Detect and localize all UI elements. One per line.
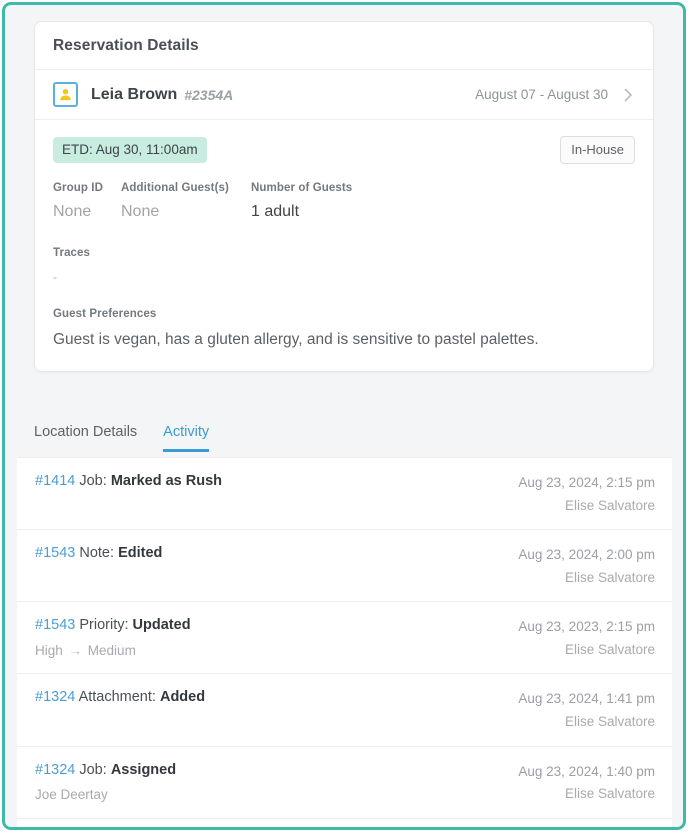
field-value: None bbox=[121, 203, 160, 220]
table-row[interactable]: #1543 Note: Edited Aug 23, 2024, 2:00 pm… bbox=[17, 530, 672, 603]
activity-description: #1324 Job: Assigned Joe Deertay bbox=[35, 761, 518, 804]
reservation-date-range: August 07 - August 30 bbox=[475, 87, 608, 102]
field-number-of-guests: Number of Guests 1 adult bbox=[251, 182, 352, 221]
field-label: Group ID bbox=[53, 182, 103, 194]
table-row[interactable]: #1338 Job: Added Aug 22, 2024, 1:28 pm R… bbox=[17, 819, 672, 827]
traces-section: Traces - bbox=[53, 247, 635, 284]
activity-type: Job: bbox=[79, 473, 107, 489]
field-label: Additional Guest(s) bbox=[121, 182, 229, 194]
activity-description: #1543 Note: Edited bbox=[35, 544, 518, 564]
activity-timestamp: Aug 23, 2023, 2:15 pm bbox=[518, 619, 655, 635]
badges-row: ETD: Aug 30, 11:00am In-House bbox=[53, 136, 635, 164]
tab-location-details[interactable]: Location Details bbox=[34, 424, 137, 452]
activity-meta: Aug 23, 2023, 2:15 pm Elise Salvatore bbox=[518, 616, 655, 659]
traces-value: - bbox=[53, 270, 57, 284]
page-title: Reservation Details bbox=[53, 37, 199, 54]
activity-timestamp: Aug 23, 2024, 1:40 pm bbox=[518, 763, 655, 779]
table-row[interactable]: #1324 Attachment: Added Aug 23, 2024, 1:… bbox=[17, 674, 672, 747]
activity-title: #1543 Priority: Updated bbox=[35, 616, 508, 636]
activity-type: Job: bbox=[79, 761, 107, 778]
tab-bar: Location Details Activity bbox=[34, 424, 235, 452]
arrow-right-icon: → bbox=[68, 642, 83, 658]
activity-change-to: Medium bbox=[87, 642, 136, 658]
activity-user: Elise Salvatore bbox=[564, 786, 655, 802]
reservation-details-card: Reservation Details Leia Brown #2354A Au… bbox=[34, 21, 654, 372]
activity-meta: Aug 23, 2024, 1:40 pm Elise Salvatore bbox=[518, 761, 655, 804]
activity-id-link[interactable]: #1543 bbox=[35, 617, 75, 633]
activity-type: Attachment: bbox=[78, 689, 156, 706]
activity-meta: Aug 23, 2024, 2:15 pm Elise Salvatore bbox=[518, 472, 655, 515]
activity-timestamp: Aug 23, 2024, 1:41 pm bbox=[518, 691, 655, 707]
field-value: 1 adult bbox=[251, 203, 300, 220]
table-row[interactable]: #1543 Priority: Updated High → Medium Au… bbox=[17, 602, 672, 675]
activity-description: #1414 Job: Marked as Rush bbox=[35, 472, 518, 492]
activity-type: Note: bbox=[79, 545, 115, 562]
activity-change-detail: High → Medium bbox=[35, 642, 508, 660]
guest-id: #2354A bbox=[184, 86, 234, 103]
field-group-id: Group ID None bbox=[53, 182, 121, 221]
activity-type: Priority: bbox=[79, 617, 129, 634]
tab-activity[interactable]: Activity bbox=[163, 424, 210, 452]
guest-preferences-value: Guest is vegan, has a gluten allergy, an… bbox=[53, 331, 539, 348]
activity-description: #1543 Priority: Updated High → Medium bbox=[35, 616, 518, 659]
activity-id-link[interactable]: #1324 bbox=[35, 689, 75, 705]
activity-id-link[interactable]: #1324 bbox=[35, 762, 75, 778]
reservation-fields: Group ID None Additional Guest(s) None N… bbox=[53, 182, 635, 221]
activity-description: #1324 Attachment: Added bbox=[35, 688, 518, 708]
activity-timestamp: Aug 23, 2024, 2:00 pm bbox=[518, 547, 655, 563]
activity-action: Marked as Rush bbox=[110, 473, 223, 489]
reservation-card-body: ETD: Aug 30, 11:00am In-House Group ID N… bbox=[35, 120, 653, 371]
activity-user: Elise Salvatore bbox=[564, 497, 655, 513]
activity-assignee: Joe Deertay bbox=[35, 787, 108, 803]
app-frame: Reservation Details Leia Brown #2354A Au… bbox=[2, 2, 686, 830]
activity-list: #1414 Job: Marked as Rush Aug 23, 2024, … bbox=[17, 457, 672, 827]
activity-user: Elise Salvatore bbox=[564, 713, 655, 729]
activity-action: Edited bbox=[118, 545, 163, 562]
guest-summary-row[interactable]: Leia Brown #2354A August 07 - August 30 bbox=[35, 70, 653, 120]
activity-user: Elise Salvatore bbox=[564, 569, 655, 585]
traces-label: Traces bbox=[53, 247, 91, 259]
table-row[interactable]: #1414 Job: Marked as Rush Aug 23, 2024, … bbox=[17, 458, 672, 531]
activity-title: #1414 Job: Marked as Rush bbox=[35, 472, 508, 492]
etd-badge: ETD: Aug 30, 11:00am bbox=[53, 137, 207, 163]
chevron-right-icon[interactable] bbox=[624, 88, 633, 102]
reservation-card-header: Reservation Details bbox=[35, 22, 653, 70]
activity-action: Assigned bbox=[110, 761, 177, 778]
field-additional-guests: Additional Guest(s) None bbox=[121, 182, 251, 221]
activity-action: Updated bbox=[132, 617, 191, 634]
activity-change-from: High bbox=[35, 642, 63, 658]
table-row[interactable]: #1324 Job: Assigned Joe Deertay Aug 23, … bbox=[17, 747, 672, 819]
activity-meta: Aug 23, 2024, 1:41 pm Elise Salvatore bbox=[518, 688, 655, 731]
activity-user: Elise Salvatore bbox=[564, 641, 655, 657]
activity-title: #1324 Job: Assigned bbox=[35, 761, 508, 781]
field-label: Number of Guests bbox=[251, 182, 353, 194]
status-badge: In-House bbox=[560, 136, 635, 164]
activity-meta: Aug 23, 2024, 2:00 pm Elise Salvatore bbox=[518, 544, 655, 587]
person-avatar-icon bbox=[53, 82, 78, 107]
activity-id-link[interactable]: #1414 bbox=[35, 473, 75, 489]
activity-action: Added bbox=[159, 689, 206, 706]
field-value: None bbox=[53, 203, 92, 220]
guest-preferences-label: Guest Preferences bbox=[53, 308, 157, 320]
activity-timestamp: Aug 23, 2024, 2:15 pm bbox=[518, 475, 655, 490]
activity-title: #1543 Note: Edited bbox=[35, 544, 508, 564]
activity-title: #1324 Attachment: Added bbox=[35, 688, 508, 708]
activity-id-link[interactable]: #1543 bbox=[35, 545, 75, 561]
guest-name: Leia Brown bbox=[91, 85, 178, 103]
guest-preferences-section: Guest Preferences Guest is vegan, has a … bbox=[53, 308, 635, 349]
